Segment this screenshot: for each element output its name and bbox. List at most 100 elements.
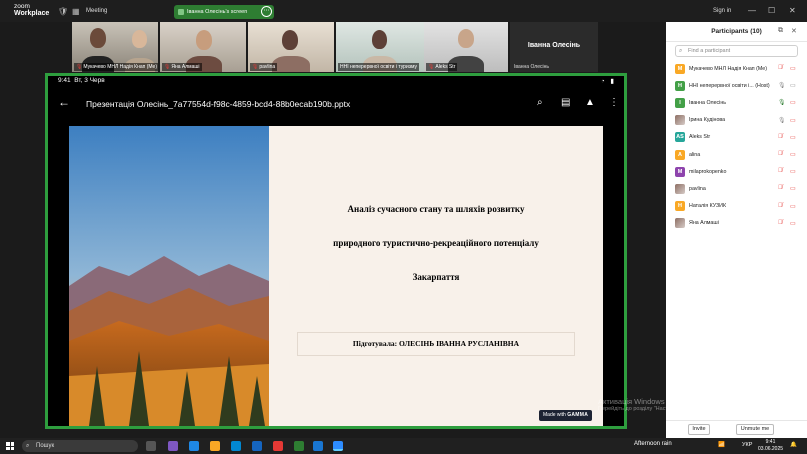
slides-grid-icon[interactable]: ▤: [561, 97, 570, 108]
participant-name: Ірина Кудінова: [689, 117, 726, 124]
video-off-icon: ▭: [790, 169, 796, 176]
mic-muted-icon: 🎙̸: [778, 133, 783, 140]
participant-row[interactable]: M Мукачево МНЛ Надія Кнап (Me) 🎙̸ ▭: [666, 60, 807, 77]
mic-muted-icon: 🎙̸: [778, 219, 783, 226]
panel-header: Participants (10) ⧉ ✕: [666, 22, 807, 42]
word-icon[interactable]: [313, 441, 323, 451]
participant-row[interactable]: H ННІ неперервної освіти і... (Host) 🎙 ▭: [666, 77, 807, 94]
participant-row[interactable]: Яна Алмаші 🎙̸ ▭: [666, 215, 807, 232]
avatar: AS: [675, 132, 685, 143]
avatar: H: [675, 80, 685, 91]
video-off-icon: ▭: [790, 117, 796, 124]
avatar: M: [675, 166, 685, 177]
file-explorer-icon[interactable]: [210, 441, 220, 451]
participant-row[interactable]: pavlina 🎙̸ ▭: [666, 180, 807, 197]
video-off-icon: ▭: [790, 134, 796, 141]
more-options-icon[interactable]: ⋯: [261, 6, 272, 17]
participant-row[interactable]: Ірина Кудінова 🎙 ▭: [666, 112, 807, 129]
mic-icon: 🎙: [778, 100, 786, 107]
status-icons: ◔ ▮: [600, 78, 616, 85]
unmute-me-button[interactable]: Unmute me: [736, 424, 774, 435]
windows-start-icon[interactable]: [6, 442, 14, 450]
mic-muted-icon: 🎙̸: [778, 65, 783, 71]
zoom-titlebar: zoom Workplace 🛡 ▦ Meeting Іванна Олесін…: [0, 0, 807, 22]
screen-share-indicator[interactable]: Іванна Олесінь's screen ⋯: [174, 5, 274, 19]
video-tile-name: 🎙Мукачево МНЛ Надія Кнап (Me): [74, 63, 158, 71]
chrome-icon[interactable]: [273, 441, 283, 451]
whatsapp-icon[interactable]: [294, 441, 304, 451]
store-icon[interactable]: [252, 441, 262, 451]
mic-muted-icon: 🎙̸: [778, 185, 783, 192]
mic-muted-icon: 🎙̸: [778, 150, 783, 157]
search-icon: ⌕: [26, 443, 30, 449]
minimize-icon[interactable]: —: [748, 6, 756, 15]
app-name-line2: Workplace: [14, 10, 50, 17]
participant-name: Aleks Str: [689, 134, 711, 141]
windows-taskbar: ⌕ Пошук Afternoon rain 📶 УКР 9:41 03.06.…: [0, 438, 807, 454]
close-panel-icon[interactable]: ✕: [791, 27, 797, 35]
language-indicator[interactable]: УКР: [742, 442, 752, 448]
mic-muted-icon: 🎙̸: [778, 168, 783, 175]
notification-icon[interactable]: 🔔: [790, 442, 797, 448]
close-icon[interactable]: ✕: [789, 6, 796, 15]
outlook-icon[interactable]: [231, 441, 241, 451]
meeting-label: Meeting: [86, 8, 108, 14]
participant-row[interactable]: Mmilaprokopenko 🎙̸ ▭: [666, 163, 807, 180]
mic-muted-icon: 🎙: [76, 64, 83, 70]
share-label: Іванна Олесінь's screen: [187, 9, 248, 15]
more-vert-icon[interactable]: ⋮: [609, 97, 619, 108]
app-name-line1: zoom: [14, 3, 30, 10]
video-tile-active-speaker[interactable]: ННІ неперервної освіти і туризму: [336, 22, 424, 72]
maximize-icon[interactable]: ☐: [768, 6, 775, 15]
participant-name: Мукачево МНЛ Надія Кнап (Me): [689, 65, 768, 72]
back-arrow-icon[interactable]: ←: [58, 95, 70, 109]
search-doc-icon[interactable]: ⌕: [537, 97, 543, 108]
taskbar-clock[interactable]: 9:41 03.06.2025: [758, 439, 783, 453]
participant-row[interactable]: Aalina 🎙̸ ▭: [666, 146, 807, 163]
mic-muted-icon: 🎙̸: [778, 202, 783, 209]
shield-icon[interactable]: 🛡: [58, 7, 68, 16]
phone-status-bar: 9:41 Вт, 3 Черв: [58, 77, 105, 84]
zoom-logo: zoom Workplace: [14, 3, 49, 17]
avatar: I: [675, 97, 685, 108]
avatar: A: [675, 149, 685, 160]
task-view-icon[interactable]: [146, 441, 156, 451]
participant-list: M Мукачево МНЛ Надія Кнап (Me) 🎙̸ ▭ H ННІ неп…: [666, 60, 807, 232]
video-tile-name: 🎙Яна Алмаші: [162, 63, 202, 71]
avatar: [675, 218, 685, 229]
sign-in-link[interactable]: Sign in: [713, 8, 731, 14]
shared-screen: 9:41 Вт, 3 Черв ◔ ▮ ← Презентація Олесін…: [45, 73, 627, 429]
video-tile[interactable]: 🎙Мукачево МНЛ Надія Кнап (Me): [72, 22, 158, 72]
file-title: Презентація Олесінь_7a77554d-f98c-4859-b…: [86, 99, 351, 109]
invite-button[interactable]: Invite: [688, 424, 710, 435]
share-screen-icon: [178, 9, 184, 15]
video-tile-name: 🎙Aleks Str: [426, 63, 458, 71]
participant-search-input[interactable]: ⌕ Find a participant: [675, 45, 798, 57]
weather-widget[interactable]: Afternoon rain: [634, 441, 672, 447]
participant-row[interactable]: H Наталія КУЗИК 🎙̸ ▭: [666, 198, 807, 215]
network-icon[interactable]: 📶: [718, 442, 725, 448]
viewer-toolbar: ← Презентація Олесінь_7a77554d-f98c-4859…: [48, 90, 624, 116]
video-tile[interactable]: 🎙pavlina: [248, 22, 334, 72]
pop-out-icon[interactable]: ⧉: [778, 27, 783, 35]
mic-icon: 🎙: [778, 117, 786, 124]
video-off-icon: ▭: [790, 66, 796, 72]
drive-icon[interactable]: ▲: [585, 97, 595, 108]
copilot-icon[interactable]: [168, 441, 178, 451]
video-tile[interactable]: 🎙Aleks Str: [424, 22, 508, 72]
participant-row[interactable]: I Іванна Олесінь 🎙 ▭: [666, 94, 807, 111]
presentation-slide: Аналіз сучасного стану та шляхів розвитк…: [69, 126, 603, 426]
video-tile-name: ННІ неперервної освіти і туризму: [338, 63, 420, 71]
participant-row[interactable]: AS Aleks Str 🎙̸ ▭: [666, 129, 807, 146]
edge-icon[interactable]: [189, 441, 199, 451]
taskbar-search[interactable]: ⌕ Пошук: [22, 440, 138, 452]
video-off-icon: ▭: [790, 220, 796, 227]
zoom-taskbar-icon[interactable]: [333, 441, 343, 451]
participant-name: Наталія КУЗИК: [689, 203, 727, 210]
mic-muted-icon: 🎙: [252, 64, 259, 70]
video-tile-no-video[interactable]: Іванна Олесінь Іванна Олесінь: [510, 22, 598, 72]
made-with-badge[interactable]: Made with GAMMA: [539, 410, 593, 421]
video-tile[interactable]: 🎙Яна Алмаші: [160, 22, 246, 72]
panel-title: Participants (10): [711, 28, 762, 35]
grid-view-icon[interactable]: ▦: [72, 7, 80, 16]
